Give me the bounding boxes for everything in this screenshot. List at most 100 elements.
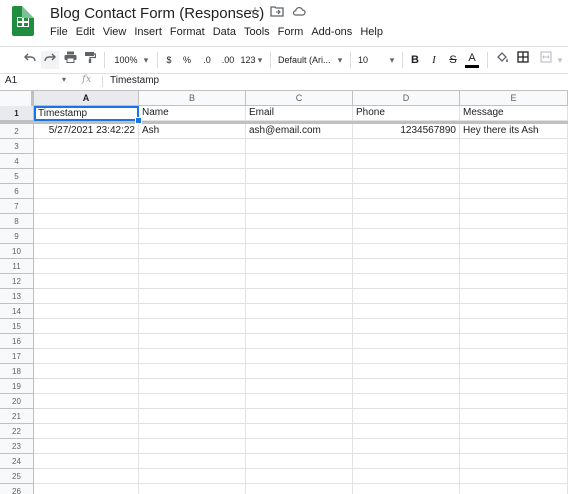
cell-e20[interactable] xyxy=(460,394,568,409)
fill-color-icon[interactable] xyxy=(494,51,510,69)
cell-d1[interactable]: Phone xyxy=(353,106,460,121)
cell-c18[interactable] xyxy=(246,364,353,379)
selection-fill-handle[interactable] xyxy=(135,117,142,124)
cell-c15[interactable] xyxy=(246,319,353,334)
redo-icon[interactable] xyxy=(41,51,59,69)
cell-d13[interactable] xyxy=(353,289,460,304)
cell-e7[interactable] xyxy=(460,199,568,214)
cell-d15[interactable] xyxy=(353,319,460,334)
row-header-7[interactable]: 7 xyxy=(0,199,34,214)
cell-c20[interactable] xyxy=(246,394,353,409)
cell-b15[interactable] xyxy=(139,319,246,334)
cell-d11[interactable] xyxy=(353,259,460,274)
cell-d7[interactable] xyxy=(353,199,460,214)
cell-c13[interactable] xyxy=(246,289,353,304)
row-header-21[interactable]: 21 xyxy=(0,409,34,424)
cell-a17[interactable] xyxy=(34,349,139,364)
cell-e10[interactable] xyxy=(460,244,568,259)
cell-a21[interactable] xyxy=(34,409,139,424)
cell-d12[interactable] xyxy=(353,274,460,289)
cell-c25[interactable] xyxy=(246,469,353,484)
menu-tools[interactable]: Tools xyxy=(240,26,274,38)
row-header-16[interactable]: 16 xyxy=(0,334,34,349)
sheets-logo-icon[interactable] xyxy=(12,6,34,36)
cell-b18[interactable] xyxy=(139,364,246,379)
cell-b7[interactable] xyxy=(139,199,246,214)
menu-addons[interactable]: Add-ons xyxy=(307,26,356,38)
merge-dropdown-icon[interactable]: ▾ xyxy=(556,51,564,69)
cell-e14[interactable] xyxy=(460,304,568,319)
star-icon[interactable]: ☆ xyxy=(248,5,262,19)
cell-d10[interactable] xyxy=(353,244,460,259)
cell-a10[interactable] xyxy=(34,244,139,259)
cell-a4[interactable] xyxy=(34,154,139,169)
cell-d3[interactable] xyxy=(353,139,460,154)
cell-e19[interactable] xyxy=(460,379,568,394)
cell-b19[interactable] xyxy=(139,379,246,394)
cell-b8[interactable] xyxy=(139,214,246,229)
cell-b10[interactable] xyxy=(139,244,246,259)
cell-a16[interactable] xyxy=(34,334,139,349)
cell-e13[interactable] xyxy=(460,289,568,304)
cell-b11[interactable] xyxy=(139,259,246,274)
cell-a6[interactable] xyxy=(34,184,139,199)
cell-d21[interactable] xyxy=(353,409,460,424)
column-header-e[interactable]: E xyxy=(460,91,568,106)
cell-b2[interactable]: Ash xyxy=(139,124,246,139)
row-header-13[interactable]: 13 xyxy=(0,289,34,304)
cell-a14[interactable] xyxy=(34,304,139,319)
cell-b6[interactable] xyxy=(139,184,246,199)
cell-d8[interactable] xyxy=(353,214,460,229)
cell-b9[interactable] xyxy=(139,229,246,244)
cell-a26[interactable] xyxy=(34,484,139,494)
row-header-17[interactable]: 17 xyxy=(0,349,34,364)
cell-d5[interactable] xyxy=(353,169,460,184)
cell-a9[interactable] xyxy=(34,229,139,244)
cell-d2[interactable]: 1234567890 xyxy=(353,124,460,139)
cell-d16[interactable] xyxy=(353,334,460,349)
row-header-1[interactable]: 1 xyxy=(0,106,34,121)
decrease-decimals-button[interactable]: .0 xyxy=(199,51,215,69)
row-header-4[interactable]: 4 xyxy=(0,154,34,169)
cell-b3[interactable] xyxy=(139,139,246,154)
cell-e3[interactable] xyxy=(460,139,568,154)
row-header-2[interactable]: 2 xyxy=(0,124,34,139)
cell-a13[interactable] xyxy=(34,289,139,304)
cell-a24[interactable] xyxy=(34,454,139,469)
column-header-b[interactable]: B xyxy=(139,91,246,106)
font-size-select[interactable]: 10 xyxy=(358,51,372,69)
cell-e6[interactable] xyxy=(460,184,568,199)
font-size-dropdown-icon[interactable]: ▾ xyxy=(388,51,396,69)
row-header-8[interactable]: 8 xyxy=(0,214,34,229)
cell-a8[interactable] xyxy=(34,214,139,229)
cell-a1[interactable]: Timestamp xyxy=(34,106,139,121)
cell-c6[interactable] xyxy=(246,184,353,199)
cell-a7[interactable] xyxy=(34,199,139,214)
cell-d4[interactable] xyxy=(353,154,460,169)
cell-d19[interactable] xyxy=(353,379,460,394)
column-header-a[interactable]: A xyxy=(34,91,139,106)
cell-d23[interactable] xyxy=(353,439,460,454)
cell-e9[interactable] xyxy=(460,229,568,244)
merge-cells-icon[interactable] xyxy=(538,51,554,69)
move-to-folder-icon[interactable] xyxy=(270,5,284,19)
cell-d17[interactable] xyxy=(353,349,460,364)
cell-c9[interactable] xyxy=(246,229,353,244)
row-header-12[interactable]: 12 xyxy=(0,274,34,289)
cell-a12[interactable] xyxy=(34,274,139,289)
cell-b12[interactable] xyxy=(139,274,246,289)
cell-a5[interactable] xyxy=(34,169,139,184)
cell-b14[interactable] xyxy=(139,304,246,319)
cell-c24[interactable] xyxy=(246,454,353,469)
row-header-15[interactable]: 15 xyxy=(0,319,34,334)
cell-e16[interactable] xyxy=(460,334,568,349)
cell-d6[interactable] xyxy=(353,184,460,199)
row-header-10[interactable]: 10 xyxy=(0,244,34,259)
cell-b21[interactable] xyxy=(139,409,246,424)
paint-format-icon[interactable] xyxy=(82,51,98,69)
name-box[interactable]: A1 xyxy=(5,75,65,86)
cell-e15[interactable] xyxy=(460,319,568,334)
cell-e23[interactable] xyxy=(460,439,568,454)
cell-c19[interactable] xyxy=(246,379,353,394)
cell-b4[interactable] xyxy=(139,154,246,169)
